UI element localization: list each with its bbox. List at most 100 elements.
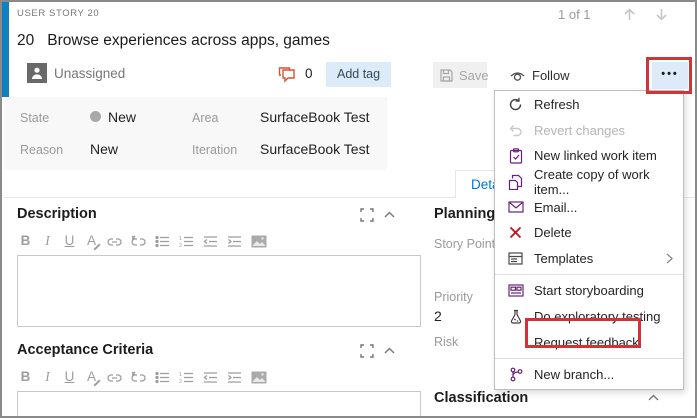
menu-item-request-feedback[interactable]: Request feedback (495, 329, 683, 355)
menu-separator (495, 357, 683, 359)
bold-icon[interactable]: B (19, 232, 32, 250)
clipboard-check-icon (507, 147, 524, 164)
menu-item-revert-changes[interactable]: Revert changes (495, 118, 683, 144)
acceptance-criteria-textbox[interactable] (17, 391, 421, 416)
classification-heading: Classification (434, 390, 529, 406)
save-icon (440, 68, 453, 82)
nav-down-icon[interactable] (653, 6, 670, 23)
svg-text:1: 1 (179, 372, 182, 378)
link-icon[interactable] (107, 371, 122, 384)
save-button[interactable]: Save (433, 62, 489, 88)
reason-value[interactable]: New (90, 141, 118, 157)
area-value[interactable]: SurfaceBook Test (260, 109, 369, 125)
priority-value[interactable]: 2 (434, 308, 442, 324)
discussion-count[interactable]: 0 (305, 66, 313, 81)
follow-button[interactable]: Follow (505, 62, 574, 88)
iteration-label: Iteration (192, 143, 238, 157)
fullscreen-icon[interactable] (360, 208, 374, 222)
insert-image-icon[interactable] (251, 371, 267, 384)
refresh-icon (507, 96, 524, 113)
svg-text:1: 1 (179, 236, 182, 242)
discussion-icon[interactable] (278, 66, 299, 84)
work-item-title[interactable]: 20 Browse experiences across apps, games (17, 32, 330, 50)
collapse-section-icon[interactable] (384, 211, 395, 219)
work-item-type-color-bar (2, 2, 9, 97)
outdent-icon[interactable] (203, 235, 218, 248)
outdent-icon[interactable] (203, 371, 218, 384)
menu-item-templates[interactable]: Templates (495, 246, 683, 272)
description-heading: Description (17, 206, 97, 222)
assignee-field[interactable]: Unassigned (54, 66, 125, 81)
storyboard-icon (507, 282, 524, 299)
more-actions-button[interactable]: ••• (652, 62, 688, 89)
delete-x-icon (507, 224, 524, 241)
indent-icon[interactable] (227, 371, 242, 384)
svg-text:2: 2 (179, 243, 182, 248)
area-label: Area (192, 111, 219, 125)
bold-icon[interactable]: B (19, 368, 32, 386)
menu-item-email[interactable]: Email... (495, 194, 683, 220)
risk-label: Risk (434, 335, 459, 349)
remove-link-icon[interactable] (131, 371, 146, 384)
work-item-id: 20 (17, 32, 35, 49)
bullet-list-icon[interactable] (155, 235, 170, 248)
numbered-list-icon[interactable]: 1 2 (179, 371, 194, 384)
highlight-icon[interactable]: A (85, 232, 98, 250)
planning-heading: Planning (434, 206, 496, 222)
state-value[interactable]: New (90, 109, 136, 125)
menu-item-create-copy[interactable]: Create copy of work item... (495, 167, 683, 197)
menu-item-start-storyboarding[interactable]: Start storyboarding (495, 278, 683, 304)
bullet-list-icon[interactable] (155, 371, 170, 384)
acceptance-editor-toolbar: B I U A 1 2 (19, 368, 267, 386)
revert-icon (507, 122, 524, 139)
templates-icon (507, 250, 524, 267)
menu-item-do-exploratory-testing[interactable]: Do exploratory testing (495, 304, 683, 330)
fullscreen-icon[interactable] (360, 344, 374, 358)
menu-item-new-linked-work-item[interactable]: New linked work item (495, 143, 683, 169)
insert-image-icon[interactable] (251, 235, 267, 248)
state-dot-icon (90, 111, 101, 122)
more-actions-menu: Refresh Revert changes New linked work i… (494, 90, 684, 390)
menu-item-delete[interactable]: Delete (495, 220, 683, 246)
save-label: Save (459, 67, 489, 83)
add-tag-button[interactable]: Add tag (326, 62, 392, 87)
pager-count: 1 of 1 (558, 7, 591, 22)
menu-separator (495, 274, 683, 276)
link-icon[interactable] (107, 235, 122, 248)
story-points-label: Story Points (434, 237, 502, 251)
priority-label: Priority (434, 290, 473, 304)
iteration-value[interactable]: SurfaceBook Test (260, 141, 369, 157)
remove-link-icon[interactable] (131, 235, 146, 248)
svg-text:2: 2 (179, 379, 182, 384)
nav-up-icon[interactable] (621, 6, 638, 23)
collapse-section-icon[interactable] (384, 347, 395, 355)
indent-icon[interactable] (227, 235, 242, 248)
underline-icon[interactable]: U (63, 232, 76, 250)
work-item-type-label: USER STORY 20 (17, 8, 100, 19)
acceptance-criteria-heading: Acceptance Criteria (17, 342, 154, 358)
menu-item-refresh[interactable]: Refresh (495, 92, 683, 118)
chevron-right-icon (666, 253, 673, 264)
reason-label: Reason (20, 143, 64, 157)
fields-panel: State New Area SurfaceBook Test Reason N… (4, 97, 387, 170)
highlight-icon[interactable]: A (85, 368, 98, 386)
numbered-list-icon[interactable]: 1 2 (179, 235, 194, 248)
email-icon (507, 199, 524, 216)
collapse-section-icon[interactable] (648, 394, 659, 402)
work-item-window: USER STORY 20 1 of 1 20 Browse experience… (0, 0, 697, 418)
git-branch-icon (507, 366, 524, 383)
copy-icon (507, 173, 524, 190)
italic-icon[interactable]: I (41, 232, 54, 250)
flask-icon (507, 308, 524, 325)
work-item-title-text: Browse experiences across apps, games (47, 32, 330, 49)
underline-icon[interactable]: U (63, 368, 76, 386)
italic-icon[interactable]: I (41, 368, 54, 386)
menu-item-new-branch[interactable]: New branch... (495, 362, 683, 388)
no-icon (507, 334, 524, 351)
state-label: State (20, 111, 50, 125)
follow-eye-icon (509, 68, 526, 83)
follow-label: Follow (532, 67, 570, 83)
assignee-avatar-icon (27, 63, 47, 83)
description-textbox[interactable] (17, 255, 421, 327)
description-editor-toolbar: B I U A 1 2 (19, 232, 267, 250)
